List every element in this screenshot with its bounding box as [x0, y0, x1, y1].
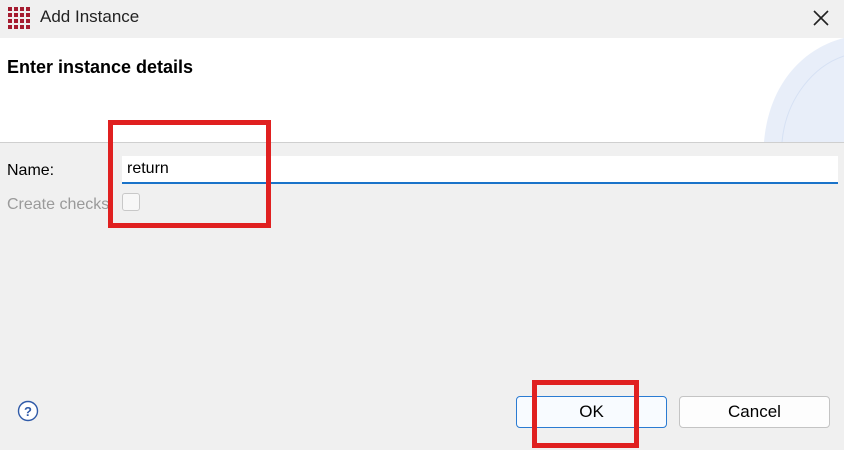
window-title: Add Instance [40, 7, 140, 26]
grid-logo-icon [8, 7, 30, 29]
ok-button[interactable]: OK [516, 396, 667, 428]
page-title: Enter instance details [7, 57, 194, 77]
close-button[interactable] [806, 4, 836, 32]
svg-text:?: ? [24, 404, 32, 419]
name-label: Name: [7, 162, 55, 179]
title-bar: Add Instance [0, 0, 844, 38]
header-separator [0, 142, 844, 143]
close-icon [813, 10, 829, 26]
question-mark-icon[interactable]: ? [17, 400, 39, 422]
name-field[interactable] [122, 156, 838, 184]
create-checks-label: Create checks [7, 196, 110, 213]
dialog-header: Enter instance details [0, 38, 844, 142]
create-checks-checkbox[interactable] [122, 193, 140, 211]
banner-decoration [764, 38, 844, 142]
cancel-button[interactable]: Cancel [679, 396, 830, 428]
